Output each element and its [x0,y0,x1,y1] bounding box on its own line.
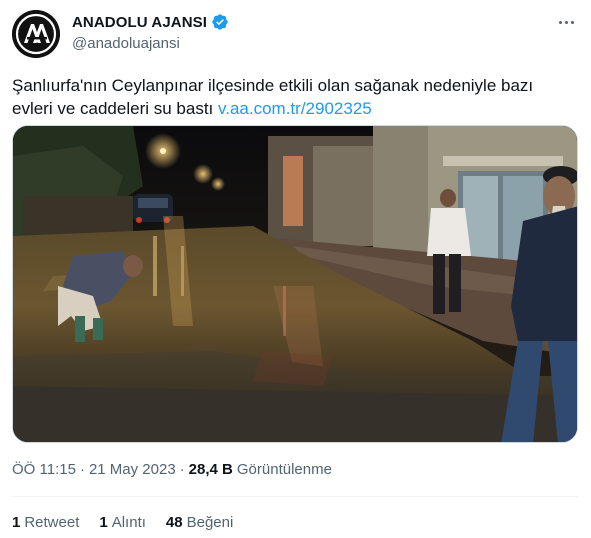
quotes-stat[interactable]: 1 Alıntı [99,514,146,531]
tweet-time[interactable]: ÖÖ 11:15 [12,461,76,478]
author-display-name[interactable]: ANADOLU AJANSI [72,14,207,31]
flooded-street-photo [13,126,577,442]
tweet-link[interactable]: v.aa.com.tr/2902325 [218,99,372,118]
views-label: Görüntülenme [236,461,332,478]
tweet-date[interactable]: 21 May 2023 [89,461,176,478]
divider [12,496,579,497]
quote-count: 1 [99,514,108,531]
tweet-meta: ÖÖ 11:15 · 21 May 2023 · 28,4 B Görüntül… [12,461,332,478]
quote-label: Alıntı [111,514,146,531]
like-count: 48 [165,514,183,531]
verified-badge-icon [211,13,229,31]
views-count: 28,4 B [188,461,233,478]
meta-separator: · [179,461,185,478]
author-handle[interactable]: @anadoluajansi [72,35,229,52]
meta-separator: · [79,461,85,478]
tweet-media-photo[interactable] [12,125,578,443]
tweet-text: Şanlıurfa'nın Ceylanpınar ilçesinde etki… [12,74,572,120]
author-info: ANADOLU AJANSI @anadoluajansi [72,12,229,52]
retweets-stat[interactable]: 1 Retweet [12,514,79,531]
likes-stat[interactable]: 48 Beğeni [166,514,233,531]
retweet-count: 1 [12,514,21,531]
more-dots-icon[interactable] [553,12,579,32]
retweet-label: Retweet [24,514,80,531]
aa-logo-icon [12,10,60,58]
tweet-card: ANADOLU AJANSI @anadoluajansi Şanlıurfa'… [0,0,591,538]
avatar[interactable] [12,10,60,58]
like-label: Beğeni [186,514,234,531]
tweet-stats: 1 Retweet 1 Alıntı 48 Beğeni [12,514,253,531]
tweet-header: ANADOLU AJANSI @anadoluajansi [12,10,579,58]
